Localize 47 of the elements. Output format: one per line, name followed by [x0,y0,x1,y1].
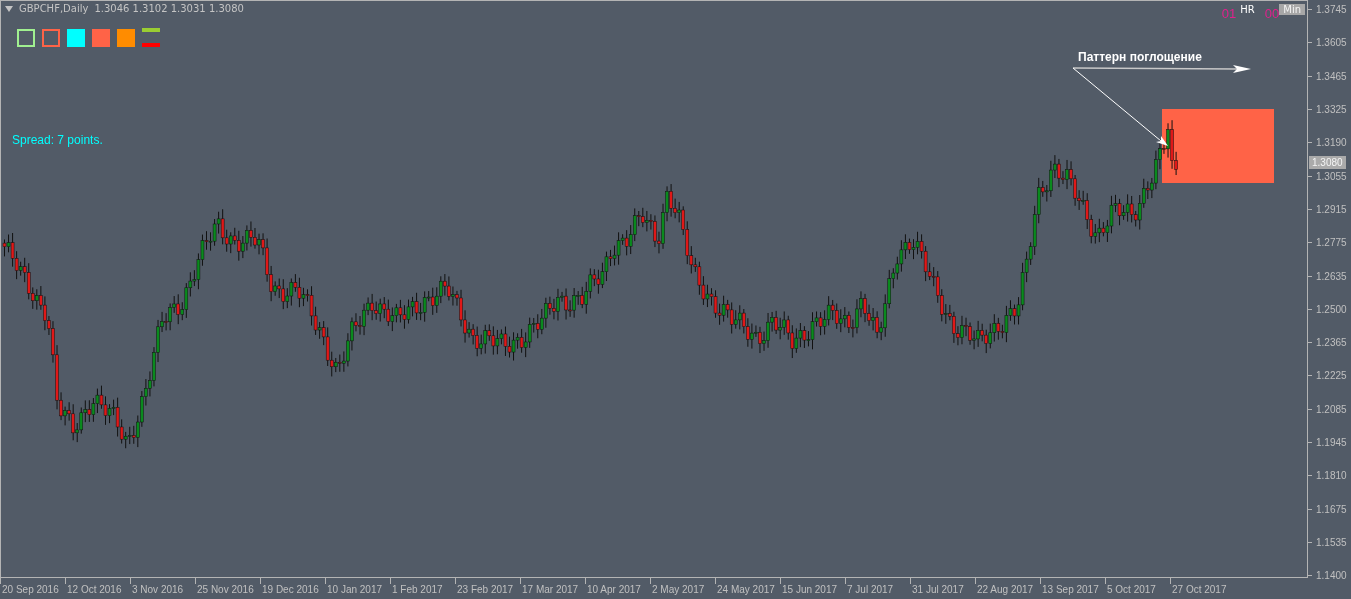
price-label: 1.2500 [1316,303,1347,315]
price-label: 1.2085 [1316,403,1347,415]
annotation-label: Паттерн поглощение [1078,50,1202,64]
date-label: 19 Dec 2016 [262,584,319,595]
ohlc-values: 1.3046 1.3102 1.3031 1.3080 [94,3,244,14]
date-label: 10 Jan 2017 [327,584,383,595]
minutes-unit-label: Min [1279,4,1305,15]
date-label: 1 Feb 2017 [392,584,443,595]
date-label: 5 Oct 2017 [1107,584,1156,595]
price-label: 1.3745 [1316,4,1347,16]
price-label: 1.1400 [1316,570,1347,582]
date-label: 22 Aug 2017 [977,584,1034,595]
price-label: 1.2775 [1316,237,1347,249]
date-label: 12 Oct 2016 [67,584,122,595]
date-label: 25 Nov 2016 [197,584,254,595]
price-label: 1.2225 [1316,370,1347,382]
date-label: 7 Jul 2017 [847,584,894,595]
price-label: 1.3465 [1316,70,1347,82]
date-label: 23 Feb 2017 [457,584,514,595]
hours-unit-label: HR [1240,4,1255,15]
price-label: 1.2635 [1316,270,1347,282]
price-label: 1.3190 [1316,137,1347,149]
price-label: 1.3055 [1316,170,1347,182]
date-label: 27 Oct 2017 [1172,584,1227,595]
price-label: 1.1945 [1316,437,1347,448]
date-label: 13 Sep 2017 [1042,584,1099,595]
price-label: 1.1810 [1316,470,1347,482]
date-label: 10 Apr 2017 [587,584,641,595]
symbol-label: GBPCHF,Daily [19,3,89,14]
date-label: 15 Jun 2017 [782,584,838,595]
date-label: 3 Nov 2016 [132,584,184,595]
current-price-tag: 1.3080 [1309,156,1346,169]
price-label: 1.3325 [1316,104,1347,116]
spread-label: Spread: 7 points. [12,133,103,147]
price-label: 1.1535 [1316,536,1347,548]
date-label: 20 Sep 2016 [2,584,59,595]
price-label: 1.1675 [1316,503,1347,515]
dropdown-icon[interactable] [5,5,13,12]
price-label: 1.3605 [1316,37,1347,49]
date-label: 31 Jul 2017 [912,584,964,595]
date-label: 2 May 2017 [652,584,705,595]
timer-minutes: 00 [1264,6,1280,21]
price-label: 1.2365 [1316,337,1347,349]
date-label: 24 May 2017 [717,584,775,595]
timer-hours: 01 [1221,6,1237,21]
date-label: 17 Mar 2017 [522,584,579,595]
price-label: 1.2915 [1316,203,1347,215]
